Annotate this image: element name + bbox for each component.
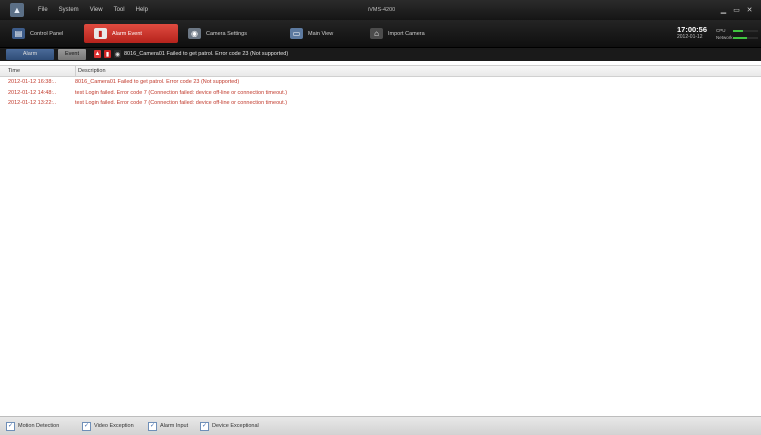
maximize-icon[interactable]: ▭	[733, 6, 740, 14]
title-bar: ▲ File System View Tool Help iVMS-4200 ▁…	[0, 0, 761, 20]
filter-video-exception[interactable]: ✓ Video Exception	[82, 421, 134, 431]
tab-label: Import Camera	[388, 30, 425, 37]
table-row[interactable]: 2012-01-12 16:38:.. 8016_Camera01 Failed…	[0, 77, 761, 88]
menu-tool[interactable]: Tool	[114, 7, 125, 13]
clock-date: 2012-01-12	[677, 34, 703, 40]
filter-label: Device Exceptional	[212, 423, 259, 429]
tab-alarm[interactable]: Alarm	[6, 49, 54, 60]
module-toolbar: ▤ Control Panel ▮ Alarm Event ◉ Camera S…	[0, 20, 761, 48]
tab-alarm-event[interactable]: ▮ Alarm Event	[84, 24, 178, 43]
filter-device-exceptional[interactable]: ✓ Device Exceptional	[200, 421, 259, 431]
checkbox-icon[interactable]: ✓	[200, 421, 209, 431]
menu-system[interactable]: System	[59, 7, 79, 13]
latest-event-message: 8016_Camera01 Failed to get patrol. Erro…	[124, 51, 289, 57]
minimize-icon[interactable]: ▁	[720, 6, 727, 14]
table-row[interactable]: 2012-01-12 13:22:.. test Login failed. E…	[0, 98, 761, 109]
window-controls: ▁ ▭ ✕	[720, 0, 753, 20]
event-time: 2012-01-12 16:38:..	[8, 79, 57, 85]
network-meter-fill	[733, 36, 747, 39]
alarm-event-icon: ▮	[94, 28, 107, 39]
tab-import-camera[interactable]: ⌂ Import Camera	[360, 24, 458, 43]
checkbox-icon[interactable]: ✓	[6, 421, 15, 431]
cpu-label: CPU	[716, 28, 726, 33]
alarm-status-icon[interactable]: ▲	[94, 50, 101, 58]
tab-control-panel[interactable]: ▤ Control Panel	[2, 24, 84, 43]
filter-label: Alarm Input	[160, 423, 189, 429]
tab-event[interactable]: Event	[58, 49, 86, 60]
menu-bar: File System View Tool Help	[38, 0, 148, 20]
app-logo-icon: ▲	[10, 3, 24, 17]
tab-label: Camera Settings	[206, 30, 247, 37]
tab-main-view[interactable]: ▭ Main View	[280, 24, 360, 43]
cpu-meter-fill	[733, 29, 743, 32]
event-filter-bar: ✓ Motion Detection ✓ Video Exception ✓ A…	[0, 416, 761, 435]
clock: 17:00:56 2012-01-12	[677, 25, 708, 41]
checkbox-icon[interactable]: ✓	[148, 421, 157, 431]
camera-status-icon[interactable]: ◉	[114, 50, 121, 58]
tab-label: Main View	[308, 30, 334, 37]
cpu-meter: CPU	[716, 27, 758, 34]
camera-settings-icon: ◉	[188, 28, 201, 39]
filter-label: Motion Detection	[18, 423, 60, 429]
network-label: Network	[716, 35, 733, 40]
network-meter: Network	[716, 34, 758, 41]
column-header-description[interactable]: Description	[75, 66, 106, 76]
event-description: test Login failed. Error code 7 (Connect…	[75, 89, 288, 96]
menu-view[interactable]: View	[90, 7, 103, 13]
filter-alarm-input[interactable]: ✓ Alarm Input	[148, 421, 188, 431]
exception-status-icon[interactable]: ▮	[104, 50, 111, 58]
import-camera-icon: ⌂	[370, 28, 383, 39]
main-view-icon: ▭	[290, 28, 303, 39]
tab-label: Alarm Event	[112, 30, 142, 37]
clock-time: 17:00:56	[677, 25, 708, 34]
filter-motion-detection[interactable]: ✓ Motion Detection	[6, 421, 59, 431]
close-icon[interactable]: ✕	[746, 6, 753, 14]
status-icons: ▲ ▮ ◉	[94, 50, 121, 58]
sub-tab-bar: Alarm Event ▲ ▮ ◉ 8016_Camera01 Failed t…	[0, 48, 761, 61]
window-title: iVMS-4200	[368, 7, 396, 13]
column-header-time[interactable]: Time	[8, 66, 20, 76]
menu-file[interactable]: File	[38, 7, 48, 13]
filter-label: Video Exception	[94, 423, 134, 429]
event-time: 2012-01-12 14:48:..	[8, 89, 57, 96]
event-table-body: 2012-01-12 16:38:.. 8016_Camera01 Failed…	[0, 77, 761, 109]
event-time: 2012-01-12 13:22:..	[8, 100, 57, 106]
event-table-header: Time Description	[0, 65, 761, 77]
control-panel-icon: ▤	[12, 28, 25, 39]
table-row[interactable]: 2012-01-12 14:48:.. test Login failed. E…	[0, 88, 761, 99]
event-description: test Login failed. Error code 7 (Connect…	[75, 100, 288, 106]
event-description: 8016_Camera01 Failed to get patrol. Erro…	[75, 79, 240, 85]
tab-label: Control Panel	[30, 30, 64, 37]
tab-camera-settings[interactable]: ◉ Camera Settings	[178, 24, 274, 43]
menu-help[interactable]: Help	[136, 7, 148, 13]
resource-meters: CPU Network	[716, 27, 758, 41]
checkbox-icon[interactable]: ✓	[82, 421, 91, 431]
